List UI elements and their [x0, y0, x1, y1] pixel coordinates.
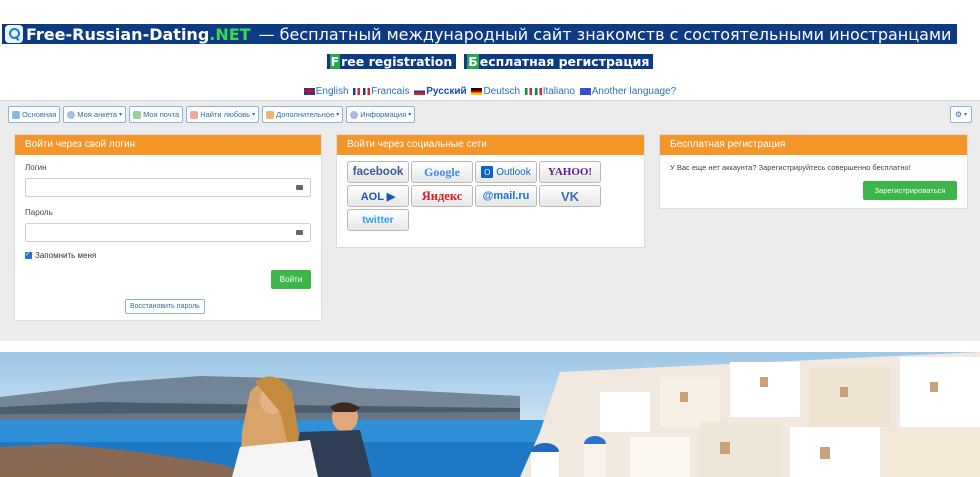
- lang-italian-label: Italiano: [542, 86, 575, 97]
- lang-other-label: Another language?: [591, 86, 677, 97]
- login-card-title: Войти через свой логин: [15, 135, 321, 155]
- nav-mail-button[interactable]: Моя почта: [129, 106, 184, 123]
- lang-english-label: English: [315, 86, 349, 97]
- france-flag-icon: [353, 87, 361, 95]
- keyboard-icon: [296, 185, 303, 190]
- nav-home-label: Основная: [22, 110, 57, 119]
- chevron-down-icon: ▾: [408, 112, 412, 118]
- google-login-button[interactable]: Google: [411, 161, 473, 183]
- site-title-banner: Free-Russian-Dating .NET — бесплатный меж…: [2, 24, 958, 44]
- nav-info-label: Информация: [360, 110, 407, 119]
- restore-password-button[interactable]: Восстановить пароль: [125, 299, 205, 314]
- search-heart-icon: [5, 25, 23, 43]
- russia-flag-icon: [414, 87, 426, 95]
- free-registration-ru-link[interactable]: Бесплатная регистрация: [464, 54, 654, 69]
- nav-info-button[interactable]: Информация ▾: [346, 106, 416, 123]
- free-registration-ru-label: есплатная регистрация: [479, 54, 650, 69]
- outlook-label: Outlook: [496, 166, 531, 178]
- nav-find-love-label: Найти любовь: [200, 110, 251, 119]
- facebook-login-button[interactable]: facebook: [347, 161, 409, 183]
- nav-find-love-button[interactable]: Найти любовь ▾: [186, 106, 260, 123]
- lang-russian-label: Русский: [426, 86, 467, 97]
- free-registration-ru-initial: Б: [467, 54, 479, 69]
- brand-tld: .NET: [209, 24, 251, 44]
- gear-icon: ⚙: [954, 110, 963, 119]
- login-submit-button[interactable]: Войти: [271, 270, 311, 289]
- free-registration-label: ree registration: [341, 54, 453, 69]
- social-login-card: Войти через социальные сети facebook Goo…: [336, 134, 645, 248]
- other-language-flag-icon: [579, 87, 591, 95]
- remember-me-label: Запомнить меня: [35, 251, 97, 260]
- vk-login-button[interactable]: VK: [539, 185, 601, 207]
- free-registration-link[interactable]: Free registration: [326, 54, 457, 69]
- register-button[interactable]: Зарегистрироваться: [863, 181, 957, 200]
- plus-icon: [266, 110, 275, 119]
- signup-description: У Вас еще нет аккаунта? Зарегистрируйтес…: [670, 163, 911, 172]
- germany-flag-icon: [471, 87, 483, 95]
- santorini-couple-image: [0, 352, 980, 477]
- lang-russian[interactable]: Русский: [414, 86, 467, 97]
- login-input[interactable]: [25, 178, 311, 197]
- lang-french[interactable]: Francais: [353, 86, 409, 97]
- brand-name: Free-Russian-Dating: [26, 24, 210, 44]
- italy-flag-icon: [524, 87, 532, 95]
- mailru-login-button[interactable]: @mail.ru: [475, 185, 537, 207]
- login-card: Войти через свой логин Логин Пароль Запо…: [14, 134, 322, 321]
- nav-profile-label: Моя анкета: [77, 110, 118, 119]
- site-tagline: — бесплатный международный сайт знакомст…: [258, 24, 952, 44]
- free-registration-initial: F: [329, 54, 341, 69]
- france-flag-icon: [363, 87, 371, 95]
- lang-english[interactable]: English: [303, 86, 349, 97]
- main-navbar: Основная Моя анкета ▾ Моя почта Найти люб…: [8, 106, 972, 123]
- signup-card-title: Бесплатная регистрация: [660, 135, 967, 155]
- password-input[interactable]: [25, 223, 311, 242]
- lang-german[interactable]: Deutsch: [471, 86, 520, 97]
- home-icon: [12, 110, 20, 119]
- nav-extra-label: Дополнительное: [276, 110, 335, 119]
- password-field-label: Пароль: [25, 208, 53, 217]
- lang-other[interactable]: Another language?: [579, 86, 677, 97]
- lang-french-label: Francais: [371, 86, 410, 97]
- nav-profile-button[interactable]: Моя анкета ▾: [63, 106, 127, 123]
- question-icon: [350, 110, 359, 119]
- social-card-title: Войти через социальные сети: [337, 135, 644, 155]
- twitter-login-button[interactable]: twitter: [347, 209, 409, 231]
- lang-italian[interactable]: Italiano: [524, 86, 575, 97]
- language-selector: English Francais Русский Deutsch Italian…: [0, 86, 980, 97]
- uk-flag-icon: [303, 87, 315, 95]
- registration-banners: Free registration Бесплатная регистрация: [0, 54, 980, 69]
- chevron-down-icon: ▾: [336, 112, 340, 118]
- profile-icon: [67, 110, 76, 119]
- aol-login-button[interactable]: AOL ▶: [347, 185, 409, 207]
- checkbox-checked-icon[interactable]: [25, 251, 32, 259]
- remember-me-checkbox[interactable]: Запомнить меня: [25, 251, 96, 260]
- nav-extra-button[interactable]: Дополнительное ▾: [262, 106, 344, 123]
- login-field-label: Логин: [25, 163, 47, 172]
- italy-flag-icon: [534, 87, 542, 95]
- nav-home-button[interactable]: Основная: [8, 106, 61, 123]
- outlook-icon: O: [481, 166, 494, 178]
- chevron-down-icon: ▾: [119, 112, 123, 118]
- hero-photo: [0, 352, 980, 477]
- signup-card: Бесплатная регистрация У Вас еще нет акк…: [659, 134, 968, 209]
- chevron-down-icon: ▾: [252, 112, 256, 118]
- mail-icon: [133, 110, 142, 119]
- chevron-down-icon: ▾: [964, 112, 968, 118]
- yahoo-login-button[interactable]: YAHOO!: [539, 161, 601, 183]
- settings-dropdown-button[interactable]: ⚙ ▾: [950, 106, 972, 123]
- yandex-login-button[interactable]: Яндекс: [411, 185, 473, 207]
- keyboard-icon: [296, 230, 303, 235]
- outlook-login-button[interactable]: O Outlook: [475, 161, 537, 183]
- lang-german-label: Deutsch: [483, 86, 521, 97]
- nav-mail-label: Моя почта: [143, 110, 180, 119]
- heart-icon: [190, 110, 199, 119]
- main-panel: Основная Моя анкета ▾ Моя почта Найти люб…: [0, 100, 980, 341]
